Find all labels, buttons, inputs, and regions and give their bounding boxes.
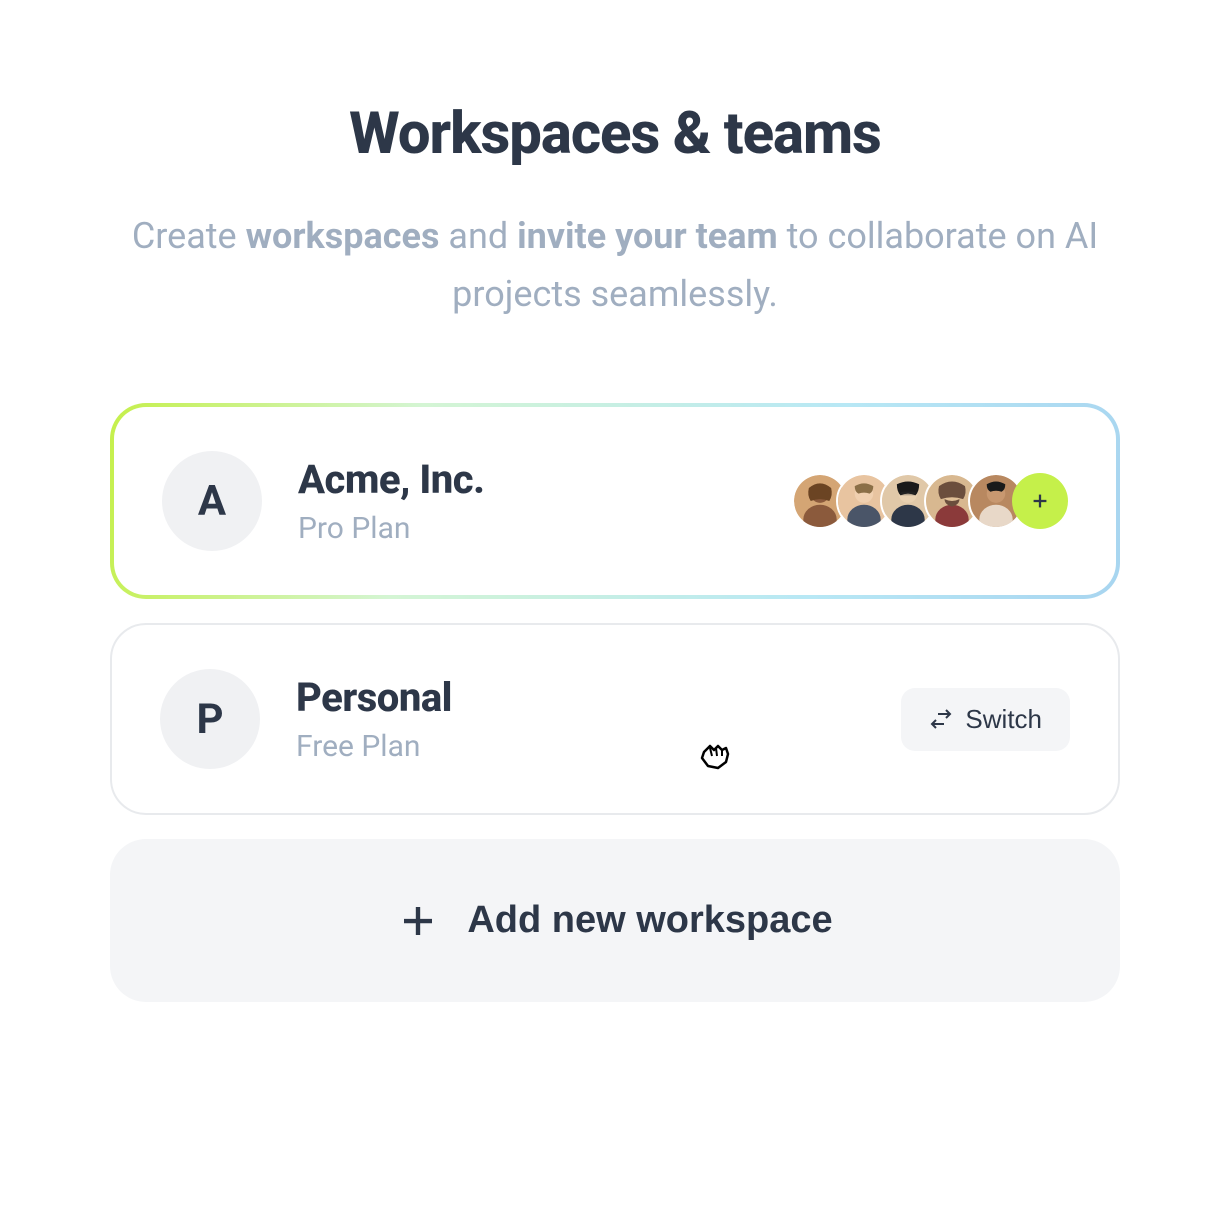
workspace-name: Acme, Inc. [298,456,792,503]
page-subtitle: Create workspaces and invite your team t… [110,208,1120,323]
workspace-avatar: P [160,669,260,769]
member-avatar-group [792,473,1068,529]
workspace-info: Personal Free Plan [296,674,901,764]
workspace-plan: Free Plan [296,729,901,764]
add-member-button[interactable] [1012,473,1068,529]
switch-icon [929,707,953,731]
add-workspace-button[interactable]: Add new workspace [110,839,1120,1002]
workspace-info: Acme, Inc. Pro Plan [298,456,792,546]
workspace-name: Personal [296,674,901,721]
workspace-plan: Pro Plan [298,511,792,546]
plus-icon [1029,490,1051,512]
workspace-card-personal[interactable]: P Personal Free Plan Switch [110,623,1120,815]
switch-button[interactable]: Switch [901,688,1070,751]
workspace-card-acme[interactable]: A Acme, Inc. Pro Plan [110,403,1120,599]
plus-icon [397,900,439,942]
page-title: Workspaces & teams [110,100,1120,168]
workspace-avatar: A [162,451,262,551]
workspaces-container: Workspaces & teams Create workspaces and… [110,100,1120,1002]
